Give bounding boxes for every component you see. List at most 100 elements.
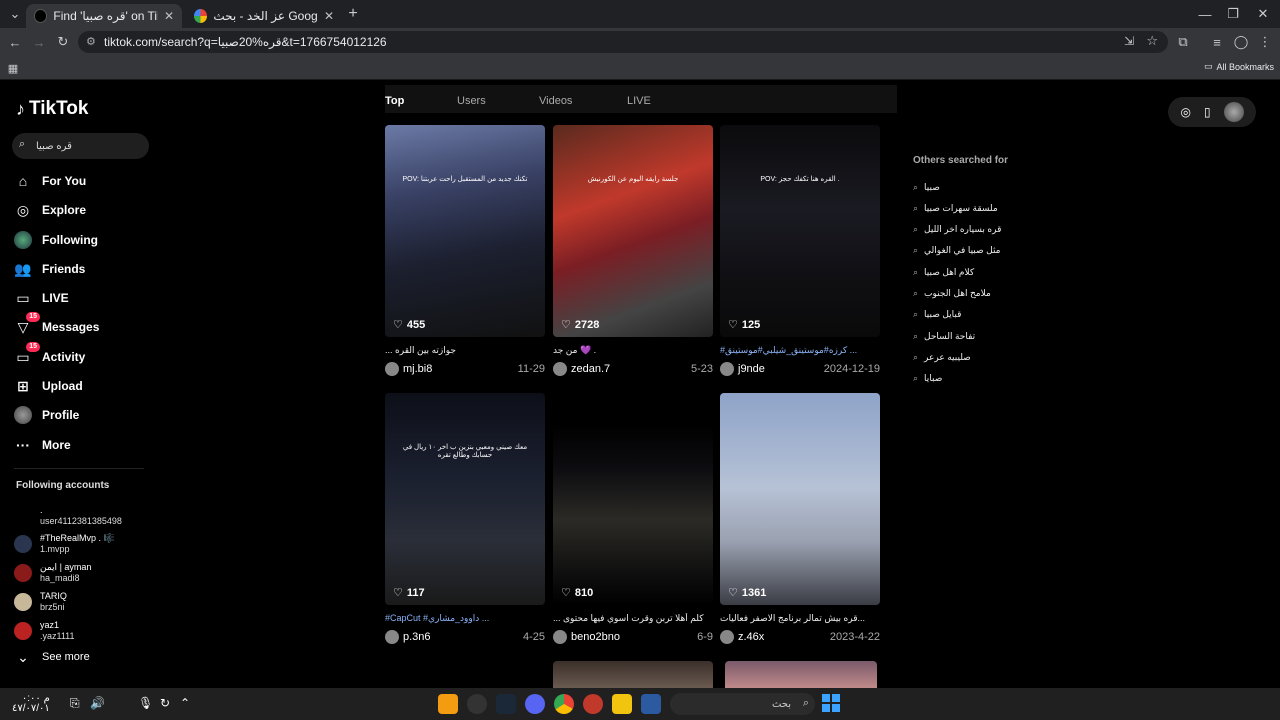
following-account[interactable]: . user4112381385498 [14,503,154,529]
suggestion-item[interactable]: ⌕ مثل صبيا في الغوالي [913,244,1053,258]
suggestion-item[interactable]: ⌕ قره بسياره اخر الليل [913,223,1053,237]
suggestion-item[interactable]: ⌕ صليبيه عرعر [913,350,1053,364]
tab-videos[interactable]: Videos [539,95,572,107]
tab-list-icon[interactable]: ⌄ [4,3,26,25]
nav-explore[interactable]: ◎ Explore [14,198,154,222]
following-account[interactable]: #TheRealMvp . 🎼 1.mvpp [14,531,154,557]
video-thumbnail[interactable] [725,661,877,688]
browser-tab-tiktok[interactable]: Find 'قره صبيا' on TikTok | TikTok ✕ [26,4,182,28]
video-card[interactable]: ♡ 810 ... كلم أهلا تربن وقرت اسوي فيها مح… [553,393,713,644]
following-account[interactable]: yaz1 .yaz1111 [14,618,154,644]
reload-icon[interactable]: ↻ [52,31,74,53]
maximize-icon[interactable]: ❐ [1222,3,1244,25]
chrome-icon[interactable] [554,694,574,714]
video-card[interactable]: POV: تكنك جديد من المستقبل راحت عربتنا ♡… [385,125,545,376]
phone-icon[interactable]: ▯ [1204,105,1211,119]
store-icon[interactable] [641,694,661,714]
avatar[interactable] [720,630,734,644]
nav-friends[interactable]: 👥 Friends [14,257,154,281]
video-thumbnail[interactable]: POV: تكنك جديد من المستقبل راحت عربتنا ♡… [385,125,545,337]
nav-more[interactable]: ··· More [14,433,154,457]
search-input[interactable]: ⌕ قره صبيا [12,133,149,159]
video-card[interactable]: ♡ 1361 قره بيش تمالر برنامج الاصفر فعاليا… [720,393,880,644]
discord-icon[interactable] [525,694,545,714]
video-thumbnail[interactable] [553,661,713,688]
app-icon-vlc[interactable] [438,694,458,714]
app-icon-red[interactable] [583,694,603,714]
microphone-icon[interactable]: 🎙 [138,696,153,710]
avatar[interactable] [553,362,567,376]
video-thumbnail[interactable]: معك صيني ومعبي بنزين ب اخر ١٠ ريال في حس… [385,393,545,605]
avatar[interactable] [385,630,399,644]
suggestion-item[interactable]: ⌕ كلام اهل صبيا [913,265,1053,279]
volume-icon[interactable]: 🔊 [90,696,105,710]
video-author[interactable]: p.3n6 [403,631,431,643]
tab-users[interactable]: Users [457,95,486,107]
video-author[interactable]: mj.bi8 [403,363,432,375]
tab-live[interactable]: LIVE [627,95,651,107]
avatar[interactable] [553,630,567,644]
video-caption[interactable]: من جد 💜 . [553,345,713,357]
close-icon[interactable]: ✕ [164,9,174,23]
suggestion-item[interactable]: ⌕ ملامح اهل الجنوب [913,287,1053,301]
install-icon[interactable]: ⇲ [1124,34,1134,48]
video-thumbnail[interactable]: جلسة رايقه اليوم عن الكورنيش ♡ 2728 [553,125,713,337]
following-account[interactable]: ايمن | ayman ha_madi8 [14,560,154,586]
forward-icon[interactable]: → [28,31,50,53]
video-author[interactable]: beno2bno [571,631,620,643]
video-author[interactable]: j9nde [738,363,765,375]
suggestion-item[interactable]: ⌕ تفاحة الساحل [913,329,1053,343]
chevron-up-icon[interactable]: ⌃ [180,696,190,710]
video-thumbnail[interactable]: ♡ 810 [553,393,713,605]
video-caption[interactable]: #كرزه#موستينق_شيلبي#موستينق ... [720,345,880,357]
notification-icon[interactable]: ⎘ [70,696,80,711]
nav-following[interactable]: Following [14,228,154,252]
nav-messages[interactable]: ▽ 15 Messages [14,312,154,339]
video-card[interactable]: معك صيني ومعبي بنزين ب اخر ١٠ ريال في حس… [385,393,545,644]
app-icon-media[interactable] [467,694,487,714]
close-icon[interactable]: ✕ [324,9,334,23]
bookmark-star-icon[interactable]: ☆ [1146,33,1158,49]
site-info-icon[interactable]: ⚙ [86,35,96,48]
video-caption[interactable]: #CapCut #داوود_مشاري ... [385,613,545,625]
video-thumbnail[interactable]: POV: القره هنا تكفك حجز . ♡ 125 [720,125,880,337]
new-tab-icon[interactable]: + [342,3,364,25]
extensions-icon[interactable]: ⧉ [1172,31,1194,53]
suggestion-item[interactable]: ⌕ صبايا [913,372,1053,386]
nav-profile[interactable]: Profile [14,403,154,427]
taskbar-search-input[interactable]: بحث ⌕ [670,693,815,715]
nav-live[interactable]: ▭ LIVE [14,286,154,310]
window-close-icon[interactable]: ✕ [1252,3,1274,25]
back-icon[interactable]: ← [4,31,26,53]
suggestion-item[interactable]: ⌕ صبيا [913,180,1053,194]
coin-icon[interactable]: ◎ [1180,105,1190,119]
video-thumbnail[interactable]: ♡ 1361 [720,393,880,605]
see-more-button[interactable]: ⌄ See more [14,645,154,669]
tab-top[interactable]: Top [385,95,404,107]
nav-for-you[interactable]: ⌂ For You [14,169,154,193]
browser-tab-google[interactable]: عز الخد - بحث Google ✕ [186,4,342,28]
folder-icon[interactable] [612,694,632,714]
nav-activity[interactable]: ▭ 15 Activity [14,342,154,369]
menu-icon[interactable]: ⋮ [1254,31,1276,53]
all-bookmarks[interactable]: ▭ All Bookmarks [1204,61,1274,72]
windows-start-icon[interactable] [822,694,840,712]
url-bar[interactable]: ⚙ tiktok.com/search?q=قره%20صبيا&t=17667… [78,31,1168,53]
video-caption[interactable]: ... جوازته بين القره [385,345,545,357]
sync-icon[interactable]: ↻ [160,696,170,710]
video-author[interactable]: zedan.7 [571,363,610,375]
video-card[interactable]: POV: القره هنا تكفك حجز . ♡ 125 #كرزه#موس… [720,125,880,376]
video-author[interactable]: z.46x [738,631,764,643]
avatar[interactable] [720,362,734,376]
tiktok-logo[interactable]: ♪ TikTok [16,98,88,120]
video-caption[interactable]: قره بيش تمالر برنامج الاصفر فعاليات... [720,613,880,625]
video-card[interactable]: جلسة رايقه اليوم عن الكورنيش ♡ 2728 من جد… [553,125,713,376]
avatar[interactable] [385,362,399,376]
following-account[interactable]: TARIQ brz5ni [14,589,154,615]
profile-icon[interactable]: ◯ [1230,31,1252,53]
suggestion-item[interactable]: ⌕ قبايل صبيا [913,308,1053,322]
reading-list-icon[interactable]: ≡ [1206,31,1228,53]
steam-icon[interactable] [496,694,516,714]
clock[interactable]: م ٠:٠٠ ٤٧/٠٧/٠١ [12,694,50,714]
nav-upload[interactable]: ⊞ Upload [14,374,154,398]
